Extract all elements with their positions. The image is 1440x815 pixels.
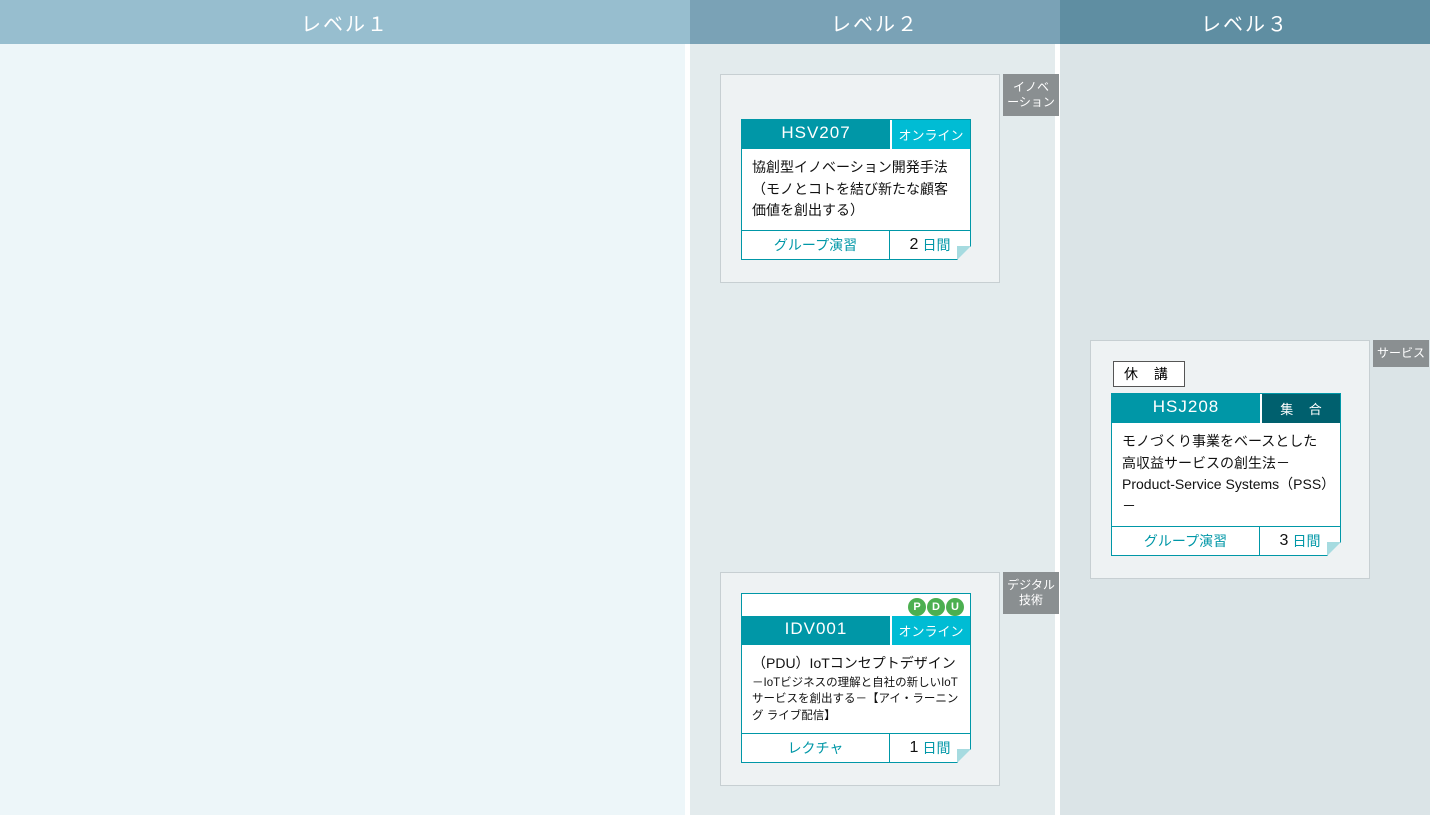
delivery-mode: 集 合 (1260, 394, 1340, 423)
level-1-header: レベル１ (0, 0, 690, 44)
course-card-hsv207[interactable]: HSV207 オンライン 協創型イノベーション開発手法（モノとコトを結び新たな顧… (741, 119, 971, 260)
level-3-column: サービス 休 講 HSJ208 集 合 モノづくり事業をベースとした高収益サービ… (1060, 44, 1430, 815)
course-duration: 1日間 (890, 734, 970, 762)
course-map: レベル１ レベル２ レベル３ イノベーション HSV207 オンライン 協創型イ… (0, 0, 1440, 815)
course-card-hsj208[interactable]: HSJ208 集 合 モノづくり事業をベースとした高収益サービスの創生法－Pro… (1111, 393, 1341, 556)
course-type: グループ演習 (742, 231, 890, 259)
block-service: サービス 休 講 HSJ208 集 合 モノづくり事業をベースとした高収益サービ… (1090, 340, 1370, 579)
course-title: モノづくり事業をベースとした高収益サービスの創生法－Product-Servic… (1112, 423, 1340, 526)
course-title: 協創型イノベーション開発手法（モノとコトを結び新たな顧客価値を創出する） (742, 149, 970, 230)
corner-fold-icon (1327, 542, 1341, 556)
level-3-header: レベル３ (1060, 0, 1430, 44)
delivery-mode: オンライン (890, 120, 970, 149)
level-2-column: イノベーション HSV207 オンライン 協創型イノベーション開発手法（モノとコ… (690, 44, 1060, 815)
corner-fold-icon (957, 749, 971, 763)
course-code: HSV207 (742, 120, 890, 149)
block-innovation: イノベーション HSV207 オンライン 協創型イノベーション開発手法（モノとコ… (720, 74, 1000, 283)
category-tag-digital: デジタル技術 (1003, 572, 1059, 614)
delivery-mode: オンライン (890, 616, 970, 645)
course-duration: 2日間 (890, 231, 970, 259)
course-type: グループ演習 (1112, 527, 1260, 555)
course-type: レクチャ (742, 734, 890, 762)
level-1-column (0, 44, 690, 815)
course-code: IDV001 (742, 616, 890, 645)
pdu-badge-icon: PDU (908, 598, 964, 616)
course-code: HSJ208 (1112, 394, 1260, 423)
level-2-header: レベル２ (690, 0, 1060, 44)
status-badge-cancelled: 休 講 (1113, 361, 1185, 387)
block-digital: デジタル技術 PDU IDV001 オンライン （PDU）IoTコンセプトデザイ… (720, 572, 1000, 786)
corner-fold-icon (957, 246, 971, 260)
category-tag-innovation: イノベーション (1003, 74, 1059, 116)
category-tag-service: サービス (1373, 340, 1429, 367)
course-title: （PDU）IoTコンセプトデザイン －IoTビジネスの理解と自社の新しいIoTサ… (742, 645, 970, 733)
course-duration: 3日間 (1260, 527, 1340, 555)
course-card-idv001[interactable]: PDU IDV001 オンライン （PDU）IoTコンセプトデザイン －IoTビ… (741, 593, 971, 763)
